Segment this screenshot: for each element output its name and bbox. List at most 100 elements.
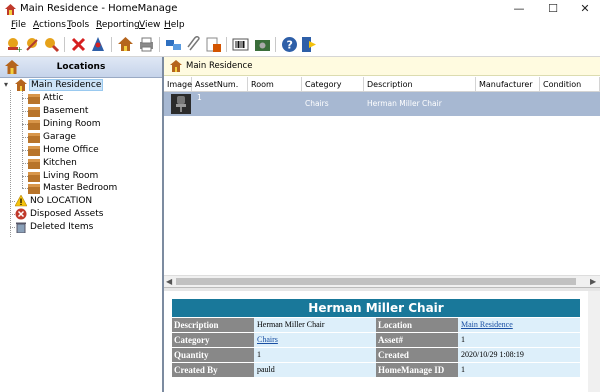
tree-item-home-office[interactable]: Home Office <box>28 144 158 157</box>
camera-icon[interactable] <box>254 36 271 53</box>
cell-condition <box>540 92 600 116</box>
tree-item-label: Basement <box>43 106 89 116</box>
house-icon <box>170 60 182 72</box>
menu-actions[interactable]: Actions <box>33 20 66 30</box>
detail-label: Created <box>376 348 458 362</box>
detail-value: 1 <box>254 348 376 362</box>
tree-item-no-location[interactable]: NO LOCATION <box>15 195 155 208</box>
column-header-manufacturer[interactable]: Manufacturer <box>476 77 540 92</box>
menu-file[interactable]: File <box>11 20 26 30</box>
column-header-condition[interactable]: Condition <box>540 77 600 92</box>
column-header-assetnum[interactable]: AssetNum. <box>192 77 248 92</box>
tree-item-attic[interactable]: Attic <box>28 92 158 105</box>
detail-label: Description <box>172 318 254 332</box>
detail-row: Quantity 1 Created 2020/10/29 1:08:19 <box>172 348 580 362</box>
asset-detail-panel: Herman Miller Chair Description Herman M… <box>164 291 600 392</box>
tree-item-master-bedroom[interactable]: Master Bedroom <box>28 182 158 195</box>
add-item-icon[interactable] <box>43 36 60 53</box>
box-icon <box>28 107 40 117</box>
house-icon[interactable] <box>117 36 134 53</box>
breadcrumb: Main Residence <box>164 57 600 76</box>
toolbar-separator <box>64 37 65 52</box>
tree-item-label: Home Office <box>43 145 99 155</box>
cell-room <box>250 92 302 116</box>
trash-icon <box>16 222 26 233</box>
detail-row: Created By pauld HomeManage ID 1 <box>172 363 580 377</box>
category-link[interactable]: Chairs <box>257 335 278 344</box>
warning-icon <box>15 195 27 207</box>
tree-item-label: Deleted Items <box>30 222 94 232</box>
detail-label: Location <box>376 318 458 332</box>
asset-detail-title: Herman Miller Chair <box>172 299 580 317</box>
location-link[interactable]: Main Residence <box>461 320 513 329</box>
menu-tools[interactable]: Tools <box>67 20 89 30</box>
toolbar-separator <box>111 37 112 52</box>
column-header-image[interactable]: Image <box>164 77 192 92</box>
help-icon[interactable]: ? <box>281 36 298 53</box>
tree-item-kitchen[interactable]: Kitchen <box>28 157 158 170</box>
locations-header: Locations <box>0 57 162 78</box>
house-icon <box>15 79 27 91</box>
table-row[interactable]: 1 Chairs Herman Miller Chair <box>164 92 600 116</box>
app-house-icon <box>5 4 16 15</box>
detail-row: Category Chairs Asset# 1 <box>172 333 580 347</box>
detail-label: Asset# <box>376 333 458 347</box>
detail-value-category: Chairs <box>254 333 376 347</box>
detail-label: HomeManage ID <box>376 363 458 377</box>
box-icon <box>28 120 40 130</box>
add-location-icon[interactable] <box>24 36 41 53</box>
locations-pane: Locations ▾ Main Residence Attic Basemen… <box>0 57 164 392</box>
add-asset-icon[interactable]: + <box>5 36 22 53</box>
column-header-category[interactable]: Category <box>302 77 364 92</box>
column-header-description[interactable]: Description <box>364 77 476 92</box>
box-icon <box>28 94 40 104</box>
print-icon[interactable] <box>138 36 155 53</box>
tree-item-label: NO LOCATION <box>30 196 93 206</box>
breadcrumb-label: Main Residence <box>186 61 253 71</box>
delete-icon[interactable] <box>70 36 87 53</box>
move-icon[interactable] <box>165 36 182 53</box>
scroll-right-icon[interactable]: ▶ <box>590 277 596 286</box>
tree-item-deleted-items[interactable]: Deleted Items <box>15 221 155 234</box>
detail-value-location: Main Residence <box>458 318 580 332</box>
export-icon[interactable] <box>205 36 222 53</box>
cell-category: Chairs <box>305 99 329 108</box>
svg-text:?: ? <box>287 39 293 52</box>
tree-item-dining-room[interactable]: Dining Room <box>28 118 158 131</box>
cell-assetnum: 1 <box>197 93 202 102</box>
cell-description: Herman Miller Chair <box>367 99 442 108</box>
menu-reporting[interactable]: Reporting <box>96 20 140 30</box>
maximize-button[interactable]: ☐ <box>538 0 568 18</box>
wizard-icon[interactable] <box>90 36 107 53</box>
barcode-icon[interactable] <box>232 36 249 53</box>
detail-label: Quantity <box>172 348 254 362</box>
tree-item-main-residence[interactable]: ▾ Main Residence <box>4 79 154 92</box>
menu-help[interactable]: Help <box>164 20 185 30</box>
toolbar-separator <box>226 37 227 52</box>
vertical-scrollbar[interactable] <box>588 291 600 392</box>
asset-thumbnail <box>171 94 191 114</box>
tree-item-basement[interactable]: Basement <box>28 105 158 118</box>
column-header-room[interactable]: Room <box>248 77 302 92</box>
asset-grid: Image AssetNum. Room Category Descriptio… <box>164 77 600 277</box>
tree-item-label: Master Bedroom <box>43 183 118 193</box>
tree-item-label: Main Residence <box>28 79 104 91</box>
minimize-button[interactable]: — <box>504 0 534 18</box>
tree-expand-icon[interactable]: ▾ <box>4 80 8 89</box>
scrollbar-thumb[interactable] <box>176 278 576 285</box>
attach-icon[interactable] <box>185 36 202 53</box>
window-title: Main Residence - HomeManage <box>20 3 178 14</box>
box-icon <box>28 146 40 156</box>
scroll-left-icon[interactable]: ◀ <box>166 277 172 286</box>
exit-icon[interactable] <box>300 36 317 53</box>
menu-view[interactable]: View <box>139 20 160 30</box>
toolbar-separator <box>275 37 276 52</box>
detail-label: Created By <box>172 363 254 377</box>
toolbar: + ? <box>0 33 600 57</box>
tree-item-label: Disposed Assets <box>30 209 104 219</box>
tree-item-disposed-assets[interactable]: Disposed Assets <box>15 208 155 221</box>
menu-bar: File Actions Tools Reporting View Help <box>0 19 600 33</box>
tree-item-garage[interactable]: Garage <box>28 131 158 144</box>
tree-item-label: Dining Room <box>43 119 101 129</box>
close-button[interactable]: ✕ <box>570 0 600 18</box>
